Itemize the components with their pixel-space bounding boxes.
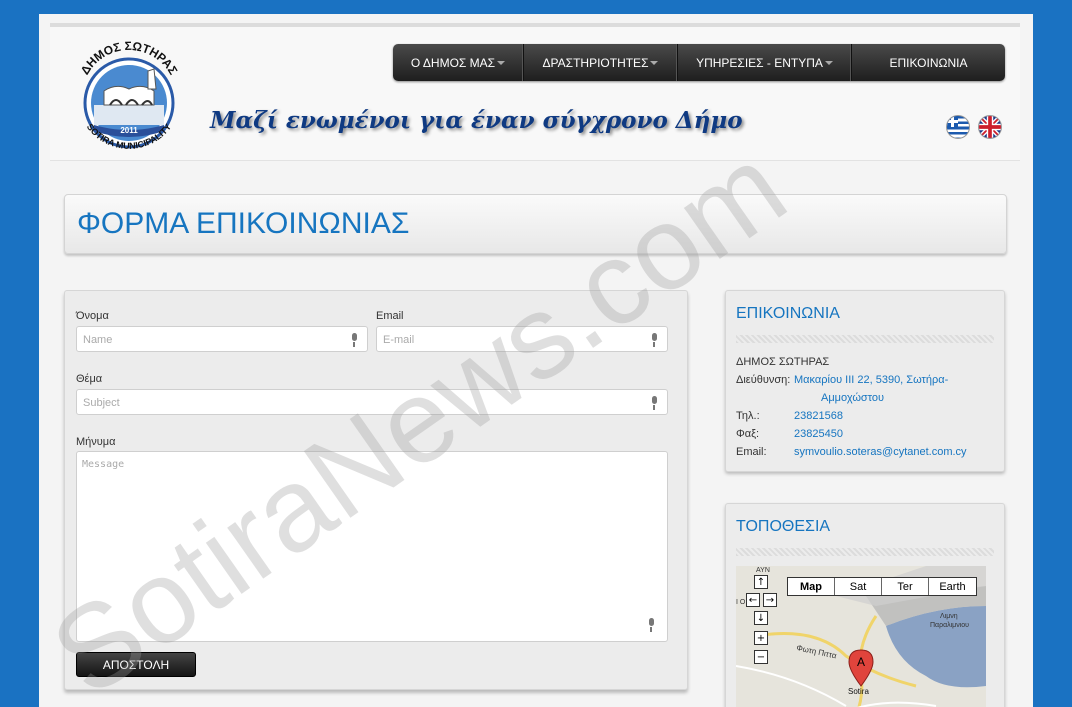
uk-flag-icon[interactable] (978, 115, 1002, 139)
email-label: Email (376, 310, 404, 322)
microphone-icon[interactable] (650, 396, 658, 410)
map-type-controls: Map Sat Ter Earth (787, 577, 977, 596)
pan-left-icon[interactable]: ← (746, 593, 760, 607)
contact-info-title: ΕΠΙΚΟΙΝΩΝΙΑ (736, 305, 840, 322)
submit-button[interactable]: ΑΠΟΣΤΟΛΗ (76, 652, 196, 677)
message-textarea[interactable]: Message (76, 451, 668, 642)
svg-text:2011: 2011 (120, 126, 138, 135)
caret-down-icon (824, 60, 833, 65)
name-label: Όνομα (76, 310, 109, 322)
message-label: Μήνυμα (76, 436, 116, 448)
subject-label: Θέμα (76, 373, 103, 385)
nav-item-label: ΕΠΙΚΟΙΝΩΝΙΑ (889, 55, 968, 70)
phone-value: 23821568 (794, 410, 843, 422)
nav-item-contact[interactable]: ΕΠΙΚΟΙΝΩΝΙΑ (852, 44, 1005, 81)
municipality-logo[interactable]: ΔΗΜΟΣ ΣΩΤΗΡΑΣ 2011 SOTIRA MUNICIPALITY (64, 31, 194, 159)
contact-form: Όνομα Name Email E-mail Θέμα Subject Μήν… (64, 290, 688, 690)
map-type-map-button[interactable]: Map (788, 578, 835, 595)
nav-item-activities[interactable]: ΔΡΑΣΤΗΡΙΟΤΗΤΕΣ (524, 44, 678, 81)
email-info-label: Email: (736, 446, 767, 458)
svg-text:Ι Ο: Ι Ο (736, 599, 746, 606)
divider (736, 548, 994, 556)
email-input[interactable]: E-mail (376, 326, 668, 352)
subject-input[interactable]: Subject (76, 389, 668, 415)
fax-label: Φαξ: (736, 428, 760, 440)
fax-value: 23825450 (794, 428, 843, 440)
greek-flag-icon[interactable] (946, 115, 970, 139)
divider (736, 335, 994, 343)
svg-text:A: A (857, 655, 865, 669)
address-line: Μακαρίου ΙΙΙ 22, 5390, Σωτήρα- (794, 374, 949, 386)
svg-text:Sotira: Sotira (848, 687, 869, 696)
address-value: Μακαρίου ΙΙΙ 22, 5390, Σωτήρα- Αμμοχώστο… (794, 371, 948, 407)
location-panel: ΤΟΠΟΘΕΣΙΑ Φωτη Πιττα Λιμνη Παραλιμνιου Α… (725, 503, 1005, 707)
nav-item-label: ΔΡΑΣΤΗΡΙΟΤΗΤΕΣ (542, 55, 649, 70)
microphone-icon[interactable] (647, 618, 655, 632)
nav-item-services[interactable]: ΥΠΗΡΕΣΙΕΣ - ΕΝΤΥΠΑ (678, 44, 852, 81)
svg-text:Παραλιμνιου: Παραλιμνιου (930, 622, 969, 629)
page-container: ΔΗΜΟΣ ΣΩΤΗΡΑΣ 2011 SOTIRA MUNICIPALITY Μ… (39, 14, 1033, 707)
microphone-icon[interactable] (350, 333, 358, 347)
address-label: Διεύθυνση: (736, 374, 791, 386)
map-type-sat-button[interactable]: Sat (835, 578, 882, 595)
svg-text:ΑΥΝ: ΑΥΝ (756, 567, 770, 574)
pan-right-icon[interactable]: → (763, 593, 777, 607)
name-input[interactable]: Name (76, 326, 368, 352)
site-header: ΔΗΜΟΣ ΣΩΤΗΡΑΣ 2011 SOTIRA MUNICIPALITY Μ… (50, 27, 1020, 161)
caret-down-icon (497, 60, 506, 65)
main-nav: Ο ΔΗΜΟΣ ΜΑΣ ΔΡΑΣΤΗΡΙΟΤΗΤΕΣ ΥΠΗΡΕΣΙΕΣ - Ε… (393, 44, 1005, 81)
phone-label: Τηλ.: (736, 410, 760, 422)
caret-down-icon (650, 60, 659, 65)
nav-item-label: ΥΠΗΡΕΣΙΕΣ - ΕΝΤΥΠΑ (696, 55, 823, 70)
contact-info-panel: ΕΠΙΚΟΙΝΩΝΙΑ ΔΗΜΟΣ ΣΩΤΗΡΑΣ Διεύθυνση: Μακ… (725, 290, 1005, 472)
map-type-ter-button[interactable]: Ter (882, 578, 929, 595)
map-type-earth-button[interactable]: Earth (929, 578, 976, 595)
zoom-out-icon[interactable]: − (754, 650, 768, 664)
location-title: ΤΟΠΟΘΕΣΙΑ (736, 518, 831, 535)
page-title: ΦΟΡΜΑ ΕΠΙΚΟΙΝΩΝΙΑΣ (77, 207, 410, 240)
address-line: Αμμοχώστου (821, 392, 885, 404)
svg-text:Λιμνη: Λιμνη (940, 613, 958, 620)
pan-down-icon[interactable]: ↓ (754, 611, 768, 625)
nav-item-our-municipality[interactable]: Ο ΔΗΜΟΣ ΜΑΣ (393, 44, 524, 81)
microphone-icon[interactable] (650, 333, 658, 347)
pan-up-icon[interactable]: ↑ (754, 575, 768, 589)
nav-item-label: Ο ΔΗΜΟΣ ΜΑΣ (410, 55, 496, 70)
site-slogan: Μαζί ενωμένοι για έναν σύγχρονο Δήμο (210, 107, 743, 134)
page-title-box: ΦΟΡΜΑ ΕΠΙΚΟΙΝΩΝΙΑΣ (64, 194, 1007, 254)
zoom-in-icon[interactable]: + (754, 631, 768, 645)
google-map[interactable]: Φωτη Πιττα Λιμνη Παραλιμνιου ΑΥΝ Ι Ο Sot… (736, 566, 986, 707)
contact-org: ΔΗΜΟΣ ΣΩΤΗΡΑΣ (736, 356, 830, 368)
email-link[interactable]: symvoulio.soteras@cytanet.com.cy (794, 443, 967, 461)
